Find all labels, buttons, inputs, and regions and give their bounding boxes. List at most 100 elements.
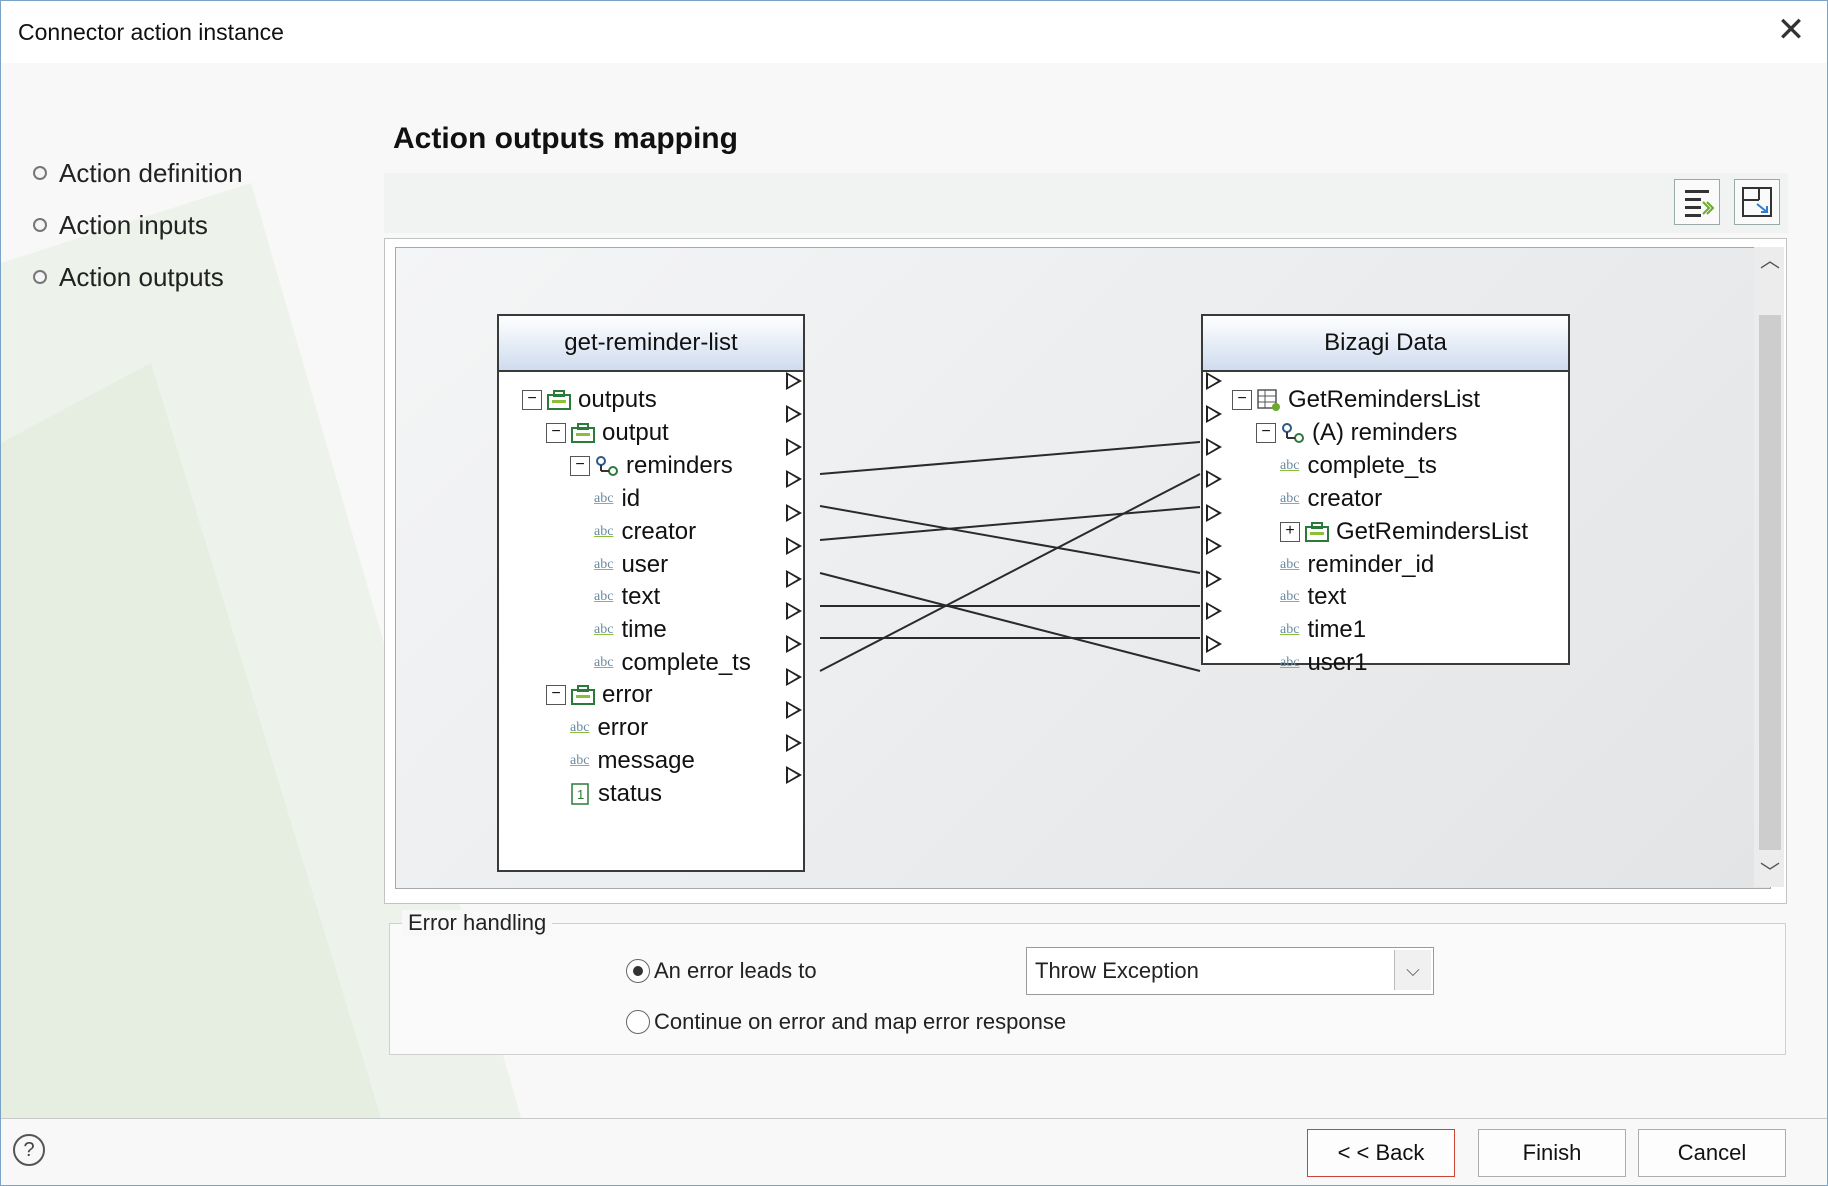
auto-map-icon xyxy=(1685,190,1715,217)
input-pin-icon[interactable] xyxy=(1206,570,1222,588)
source-node-title: get-reminder-list xyxy=(499,316,803,372)
back-button[interactable]: < < Back xyxy=(1307,1129,1455,1177)
target-node[interactable]: Bizagi Data xyxy=(1201,314,1570,665)
map-line-complete-ts xyxy=(819,473,1201,672)
step-bullet-icon xyxy=(33,166,47,180)
source-row-label: error xyxy=(597,714,649,741)
map-line-id xyxy=(819,505,1201,574)
source-row-label: time xyxy=(621,616,667,643)
input-pin-icon[interactable] xyxy=(1206,372,1222,390)
collapse-icon[interactable]: − xyxy=(546,685,566,705)
string-type-icon: abc xyxy=(594,524,614,539)
close-icon[interactable]: ✕ xyxy=(1775,13,1807,47)
scroll-thumb[interactable] xyxy=(1759,315,1781,850)
radio-selected-icon[interactable] xyxy=(626,959,650,983)
target-row-label: complete_ts xyxy=(1307,452,1437,479)
radio-continue-on-error[interactable]: Continue on error and map error response xyxy=(626,1009,1066,1035)
target-row-label: text xyxy=(1307,583,1347,610)
object-icon xyxy=(571,423,595,443)
output-pin-icon[interactable] xyxy=(786,504,802,522)
string-type-icon: abc xyxy=(594,557,614,572)
source-row-label: error xyxy=(602,681,653,708)
string-type-icon: abc xyxy=(1280,622,1300,637)
map-line-reminders xyxy=(819,441,1201,475)
output-pin-icon[interactable] xyxy=(786,470,802,488)
chevron-down-icon[interactable]: ⌵ xyxy=(1394,950,1431,990)
radio-unselected-icon[interactable] xyxy=(626,1010,650,1034)
output-pin-icon[interactable] xyxy=(786,537,802,555)
collapse-icon[interactable]: − xyxy=(570,456,590,476)
step-action-inputs[interactable]: Action inputs xyxy=(33,199,243,251)
output-pin-icon[interactable] xyxy=(786,602,802,620)
input-pin-icon[interactable] xyxy=(1206,504,1222,522)
step-action-definition[interactable]: Action definition xyxy=(33,147,243,199)
string-type-icon: abc xyxy=(594,491,614,506)
output-pin-icon[interactable] xyxy=(786,635,802,653)
input-pin-icon[interactable] xyxy=(1206,602,1222,620)
svg-text:1: 1 xyxy=(577,787,584,802)
source-row-label: message xyxy=(597,747,695,774)
collapse-icon[interactable]: − xyxy=(1256,423,1276,443)
target-row-label: reminder_id xyxy=(1307,551,1435,578)
wizard-steps: Action definition Action inputs Action o… xyxy=(33,147,243,303)
scroll-up-icon[interactable]: ︿ xyxy=(1759,249,1781,273)
target-row-user1[interactable]: abc user1 xyxy=(1280,644,1367,682)
target-node-title: Bizagi Data xyxy=(1203,316,1568,372)
integer-type-icon: 1 xyxy=(571,783,589,805)
page-title: Action outputs mapping xyxy=(393,122,738,155)
mapping-canvas: get-reminder-list − outputs − output − r… xyxy=(395,247,1771,889)
target-row-label: user1 xyxy=(1307,649,1368,676)
step-action-outputs[interactable]: Action outputs xyxy=(33,251,243,303)
input-pin-icon[interactable] xyxy=(1206,438,1222,456)
source-row-label: complete_ts xyxy=(621,649,751,676)
source-row-label: status xyxy=(598,780,663,807)
input-pin-icon[interactable] xyxy=(1206,537,1222,555)
output-pin-icon[interactable] xyxy=(786,405,802,423)
output-pin-icon[interactable] xyxy=(786,438,802,456)
target-row-label: (A) reminders xyxy=(1312,419,1458,446)
auto-map-button[interactable] xyxy=(1674,179,1720,225)
collapse-icon[interactable]: − xyxy=(1232,390,1252,410)
source-row-label: id xyxy=(621,485,641,512)
radio-error-leads-to[interactable]: An error leads to xyxy=(626,958,817,984)
help-icon[interactable]: ? xyxy=(13,1134,45,1166)
source-row-status[interactable]: 1 status xyxy=(570,775,662,813)
error-action-select[interactable]: Throw Exception ⌵ xyxy=(1026,947,1434,995)
radio-label: Continue on error and map error response xyxy=(654,1009,1067,1034)
output-pin-icon[interactable] xyxy=(786,701,802,719)
window-title: Connector action instance xyxy=(18,19,284,45)
vertical-scrollbar[interactable]: ︿ ﹀ xyxy=(1754,247,1784,887)
string-type-icon: abc xyxy=(1280,491,1300,506)
expand-icon[interactable]: + xyxy=(1280,522,1300,542)
source-row-label: reminders xyxy=(626,452,733,479)
collection-icon xyxy=(596,456,618,476)
object-icon xyxy=(1305,522,1329,542)
collapse-icon[interactable]: − xyxy=(546,423,566,443)
expand-view-button[interactable] xyxy=(1734,179,1780,225)
expand-view-icon xyxy=(1742,187,1772,217)
object-icon xyxy=(547,390,571,410)
string-type-icon: abc xyxy=(1280,589,1300,604)
mapper-frame: get-reminder-list − outputs − output − r… xyxy=(384,238,1787,904)
string-type-icon: abc xyxy=(570,720,590,735)
output-pin-icon[interactable] xyxy=(786,372,802,390)
collection-icon xyxy=(1282,423,1304,443)
finish-button[interactable]: Finish xyxy=(1478,1129,1626,1177)
cancel-button[interactable]: Cancel xyxy=(1638,1129,1786,1177)
output-pin-icon[interactable] xyxy=(786,570,802,588)
output-pin-icon[interactable] xyxy=(786,668,802,686)
input-pin-icon[interactable] xyxy=(1206,470,1222,488)
input-pin-icon[interactable] xyxy=(1206,405,1222,423)
select-value: Throw Exception xyxy=(1035,958,1199,983)
dialog-window: Connector action instance ✕ Action defin… xyxy=(0,0,1828,1186)
error-handling-legend: Error handling xyxy=(402,910,553,936)
radio-label: An error leads to xyxy=(654,958,817,983)
string-type-icon: abc xyxy=(1280,557,1300,572)
input-pin-icon[interactable] xyxy=(1206,635,1222,653)
string-type-icon: abc xyxy=(570,753,590,768)
output-pin-icon[interactable] xyxy=(786,734,802,752)
title-bar: Connector action instance ✕ xyxy=(1,1,1827,63)
collapse-icon[interactable]: − xyxy=(522,390,542,410)
scroll-down-icon[interactable]: ﹀ xyxy=(1759,861,1781,885)
output-pin-icon[interactable] xyxy=(786,766,802,784)
